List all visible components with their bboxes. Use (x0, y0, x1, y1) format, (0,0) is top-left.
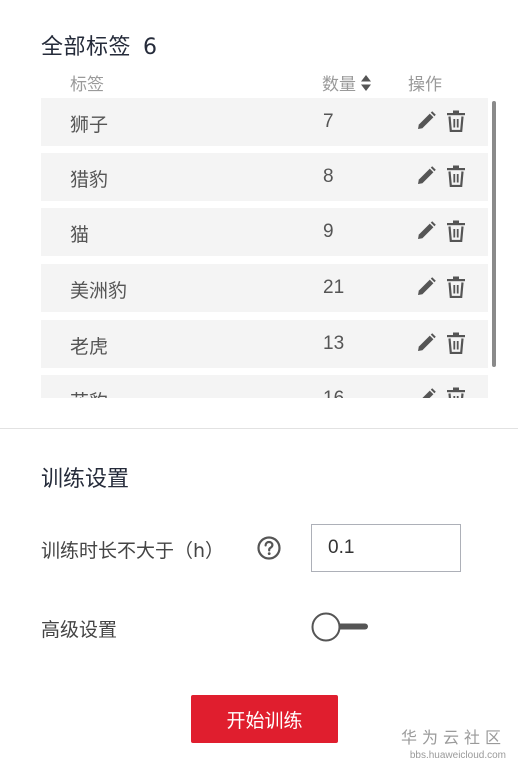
watermark-url: bbs.huaweicloud.com (409, 750, 506, 761)
trash-icon[interactable] (445, 332, 467, 355)
tags-table-header: 标签 数量 操作 (41, 66, 489, 96)
tags-title-text: 全部标签 (41, 35, 132, 60)
column-header-label: 标签 (70, 75, 104, 95)
table-row: 猫 9 (41, 208, 488, 256)
watermark-text: 华为云社区 (400, 728, 506, 747)
trash-icon[interactable] (445, 165, 467, 188)
duration-label: 训练时长不大于（h） (41, 540, 225, 562)
column-header-actions: 操作 (408, 75, 442, 95)
tags-title: 全部标签 6 (41, 29, 158, 61)
trash-icon[interactable] (445, 220, 467, 243)
advanced-settings-toggle[interactable] (311, 611, 369, 643)
row-name: 老虎 (70, 336, 109, 358)
table-row: 狮子 7 (41, 98, 488, 146)
duration-input[interactable] (311, 524, 461, 572)
row-count: 16 (323, 388, 344, 398)
row-count: 13 (323, 333, 345, 354)
row-name: 美洲豹 (70, 280, 128, 302)
tags-table-body[interactable]: 狮子 7 猎豹 8 猫 9 美洲豹 21 老虎 13 (41, 98, 491, 398)
training-settings-title: 训练设置 (41, 467, 130, 492)
pencil-icon[interactable] (415, 332, 437, 354)
trash-icon[interactable] (445, 387, 467, 398)
pencil-icon[interactable] (415, 220, 437, 242)
question-circle-icon[interactable] (257, 536, 281, 560)
column-header-count[interactable]: 数量 (322, 70, 372, 95)
table-scrollbar[interactable] (492, 101, 496, 367)
watermark: 华为云社区 bbs.huaweicloud.com (396, 724, 506, 761)
trash-icon[interactable] (445, 110, 467, 133)
row-count: 7 (323, 111, 334, 132)
table-row: 老虎 13 (41, 320, 488, 368)
table-row: 花豹 16 (41, 375, 488, 398)
pencil-icon[interactable] (415, 165, 437, 187)
section-divider (0, 428, 518, 429)
sort-icon[interactable] (360, 74, 372, 92)
advanced-settings-label: 高级设置 (41, 619, 118, 641)
pencil-icon[interactable] (415, 110, 437, 132)
table-row: 美洲豹 21 (41, 264, 488, 312)
row-name: 猫 (70, 224, 90, 246)
row-name: 花豹 (70, 387, 108, 398)
row-name: 狮子 (70, 114, 109, 136)
tags-count: 6 (143, 35, 158, 60)
pencil-icon[interactable] (415, 387, 437, 398)
row-count: 9 (323, 221, 334, 242)
trash-icon[interactable] (445, 276, 467, 299)
start-training-button[interactable]: 开始训练 (191, 695, 338, 743)
row-count: 21 (323, 277, 345, 298)
column-header-count-text: 数量 (322, 75, 356, 95)
row-name: 猎豹 (70, 169, 109, 191)
pencil-icon[interactable] (415, 276, 437, 298)
row-count: 8 (323, 166, 334, 187)
table-row: 猎豹 8 (41, 153, 488, 201)
